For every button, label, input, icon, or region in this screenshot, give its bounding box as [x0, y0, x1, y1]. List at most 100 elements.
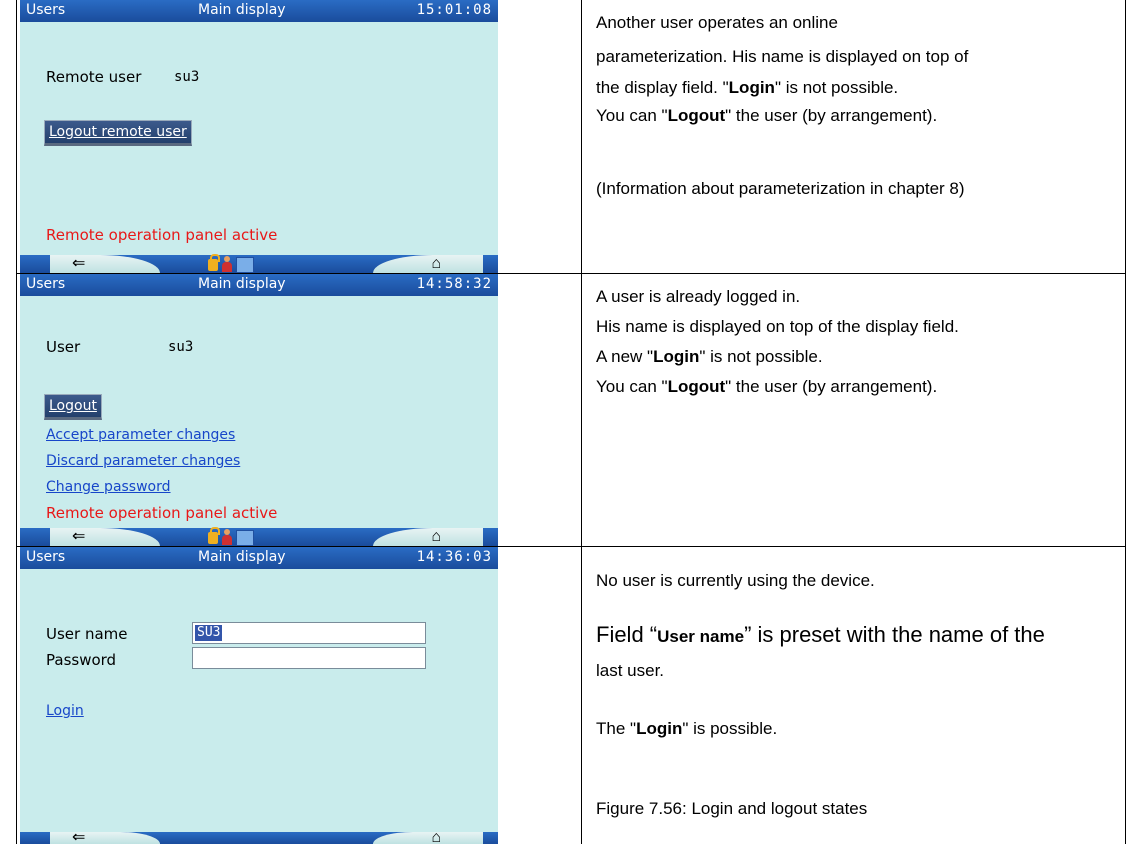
remote-panel-status: Remote operation panel active	[46, 504, 278, 522]
desc-line: His name is displayed on top of the disp…	[596, 312, 1116, 342]
figure-caption: Figure 7.56: Login and logout states	[596, 794, 1116, 824]
username-label: User name	[46, 625, 128, 643]
left-arrow-icon: ⇐	[72, 528, 86, 545]
screen-title-bar: Users Main display 14:58:32	[20, 274, 498, 296]
discard-parameter-changes-link[interactable]: Discard parameter changes	[46, 453, 240, 469]
remote-panel-status: Remote operation panel active	[46, 226, 278, 244]
accept-parameter-changes-link[interactable]: Accept parameter changes	[46, 427, 235, 443]
desc-text: Figure 7.56: Login and logout states	[596, 799, 868, 818]
desc-bold: Login	[653, 347, 700, 366]
desc-text: You can "	[596, 106, 668, 125]
device-screen-login: Users Main display 14:36:03 User name SU…	[20, 547, 498, 844]
desc-line: A new "Login" is not possible.	[596, 342, 1116, 372]
monitor-icon	[236, 530, 254, 546]
description-remote-user: Another user operates an online paramete…	[596, 6, 1116, 206]
status-tray	[208, 254, 254, 273]
screen-bottom-bar: ⇐ ⌂	[20, 527, 498, 546]
screen-title: Users	[26, 2, 66, 18]
back-button[interactable]: ⇐	[50, 255, 160, 273]
remote-user-value: su3	[174, 69, 200, 85]
desc-line: You can "Logout" the user (by arrangemen…	[596, 372, 1116, 402]
desc-text: parameterization. His name is displayed …	[596, 47, 969, 66]
password-field[interactable]	[192, 647, 426, 669]
main-display-label: Main display	[198, 2, 286, 18]
desc-line: No user is currently using the device.	[596, 566, 1116, 596]
desc-line: (Information about parameterization in c…	[596, 172, 1116, 206]
clock: 14:36:03	[416, 549, 492, 565]
status-tray	[208, 527, 254, 546]
grid-right-border	[1125, 273, 1126, 844]
desc-text: The "	[596, 719, 637, 738]
password-label: Password	[46, 651, 117, 669]
desc-text: " is not possible.	[774, 78, 899, 97]
user-label: User	[46, 338, 81, 356]
desc-text: the display field. "	[596, 78, 729, 97]
desc-bold: Login	[636, 719, 683, 738]
screen-title-bar: Users Main display 15:01:08	[20, 0, 498, 22]
user-icon	[221, 529, 233, 545]
username-value: SU3	[195, 625, 223, 641]
home-icon: ⌂	[431, 829, 441, 844]
username-field[interactable]: SU3	[192, 622, 426, 644]
main-display-label: Main display	[198, 276, 286, 292]
description-login: No user is currently using the device. F…	[596, 566, 1116, 824]
back-button[interactable]: ⇐	[50, 528, 160, 546]
main-display-label: Main display	[198, 549, 286, 565]
screen-title: Users	[26, 549, 66, 565]
desc-text: You can "	[596, 377, 668, 396]
left-arrow-icon: ⇐	[72, 255, 86, 272]
home-button[interactable]: ⌂	[373, 255, 483, 273]
desc-line: You can "Logout" the user (by arrangemen…	[596, 102, 1116, 130]
desc-bold: Logout	[667, 106, 726, 125]
monitor-icon	[236, 257, 254, 273]
desc-text: " the user (by arrangement).	[725, 106, 938, 125]
left-arrow-icon: ⇐	[72, 829, 86, 844]
back-button[interactable]: ⇐	[50, 829, 160, 844]
desc-text: A new "	[596, 347, 654, 366]
desc-line: The "Login" is possible.	[596, 714, 1116, 744]
desc-text: " is not possible.	[699, 347, 823, 366]
desc-bold: Logout	[667, 377, 726, 396]
grid-left-border	[16, 0, 17, 844]
logout-button[interactable]: Logout	[44, 394, 102, 420]
home-icon: ⌂	[431, 255, 441, 272]
desc-line: Another user operates an online	[596, 6, 1116, 40]
desc-text: " the user (by arrangement).	[725, 377, 938, 396]
description-user-logged-in: A user is already logged in. His name is…	[596, 282, 1116, 402]
desc-text: (Information about parameterization in c…	[596, 179, 965, 198]
login-link[interactable]: Login	[46, 703, 84, 719]
desc-text: A user is already logged in.	[596, 287, 801, 306]
home-button[interactable]: ⌂	[373, 528, 483, 546]
device-screen-remote-user: Users Main display 15:01:08 Remote user …	[20, 0, 498, 273]
desc-text: No user is currently using the device.	[596, 571, 875, 590]
change-password-link[interactable]: Change password	[46, 479, 171, 495]
clock: 15:01:08	[416, 2, 492, 18]
screen-title-bar: Users Main display 14:36:03	[20, 547, 498, 569]
desc-text: ” is preset with the name of the	[744, 622, 1045, 647]
desc-text: Another user operates an online	[596, 13, 838, 32]
grid-right-border	[1125, 0, 1126, 273]
home-button[interactable]: ⌂	[373, 829, 483, 844]
screen-bottom-bar: ⇐ ⌂	[20, 254, 498, 273]
screen-title: Users	[26, 276, 66, 292]
clock: 14:58:32	[416, 276, 492, 292]
desc-line: Field “User name” is preset with the nam…	[596, 620, 1116, 652]
unlocked-padlock-icon	[208, 527, 220, 544]
logout-remote-user-button[interactable]: Logout remote user	[44, 120, 192, 146]
home-icon: ⌂	[431, 528, 441, 545]
desc-text: last user.	[596, 661, 665, 680]
user-value: su3	[168, 339, 194, 355]
desc-line: A user is already logged in.	[596, 282, 1116, 312]
user-icon	[221, 256, 233, 272]
unlocked-padlock-icon	[208, 254, 220, 271]
desc-text: Field “	[596, 622, 658, 647]
grid-middle-border	[581, 0, 582, 844]
desc-bold: Login	[728, 78, 775, 97]
desc-line: parameterization. His name is displayed …	[596, 40, 1116, 74]
remote-user-label: Remote user	[46, 68, 142, 86]
screen-bottom-bar: ⇐ ⌂	[20, 829, 498, 844]
desc-line: last user.	[596, 656, 1116, 686]
desc-line: the display field. "Login" is not possib…	[596, 74, 1116, 102]
desc-text: " is possible.	[682, 719, 778, 738]
device-screen-user-logged-in: Users Main display 14:58:32 User su3 Log…	[20, 274, 498, 546]
